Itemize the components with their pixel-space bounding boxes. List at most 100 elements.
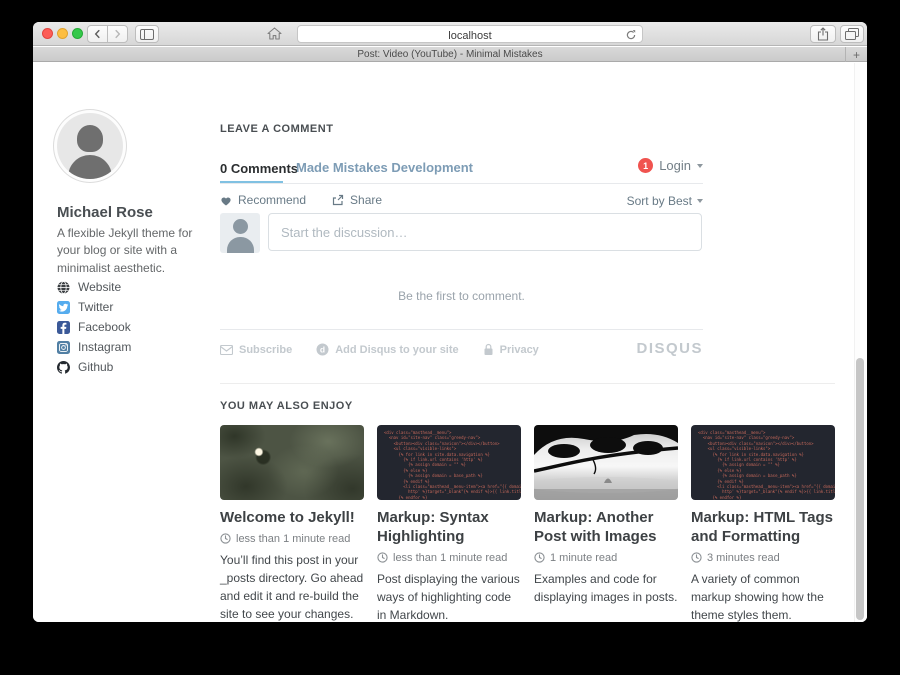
share-thread-button[interactable]: Share	[332, 193, 382, 207]
reload-button[interactable]	[625, 28, 637, 46]
related-heading: YOU MAY ALSO ENJOY	[220, 400, 353, 412]
add-disqus-label: Add Disqus to your site	[335, 344, 458, 356]
url-input[interactable]	[298, 28, 642, 44]
tab-forum-link[interactable]: Made Mistakes Development	[296, 160, 473, 175]
tab-comments-count[interactable]: 0 Comments	[220, 161, 298, 176]
show-tabs-button[interactable]	[840, 25, 864, 43]
post-thumbnail-code[interactable]: <div class="masthead__menu"> <nav id="si…	[691, 425, 835, 500]
sidebar-link-label: Instagram	[78, 340, 131, 354]
reload-icon	[625, 29, 637, 41]
post-meta: less than 1 minute read	[220, 533, 364, 545]
share-arrow-icon	[332, 194, 344, 206]
code-screenshot-text: <div class="masthead__menu"> <nav id="si…	[384, 430, 514, 500]
author-avatar	[57, 113, 123, 179]
sidebar-item-github[interactable]: Github	[57, 357, 131, 377]
related-post-card[interactable]: Welcome to Jekyll! less than 1 minute re…	[220, 425, 364, 622]
browser-toolbar	[33, 22, 867, 46]
author-name: Michael Rose	[57, 204, 153, 221]
browser-window: Post: Video (YouTube) - Minimal Mistakes…	[33, 22, 867, 622]
sidebar-link-label: Github	[78, 360, 113, 374]
active-tab-title[interactable]: Post: Video (YouTube) - Minimal Mistakes	[357, 49, 542, 60]
read-time: less than 1 minute read	[236, 533, 350, 545]
chevron-down-icon	[697, 164, 703, 168]
facebook-icon	[57, 321, 70, 334]
avatar-silhouette	[233, 219, 248, 234]
sidebar-item-instagram[interactable]: Instagram	[57, 337, 131, 357]
home-icon	[267, 27, 282, 40]
clock-icon	[220, 533, 231, 544]
disqus-d-icon: d	[316, 343, 329, 356]
sidebar-link-label: Website	[78, 280, 121, 294]
post-thumbnail-green-macro[interactable]	[220, 425, 364, 500]
privacy-link[interactable]: Privacy	[483, 343, 539, 356]
disqus-footer: Subscribe d Add Disqus to your site Priv…	[220, 343, 539, 356]
home-button[interactable]	[267, 27, 282, 45]
post-title[interactable]: Markup: Syntax Highlighting	[377, 509, 521, 547]
forward-button[interactable]	[107, 25, 128, 43]
fog-tree-illustration	[534, 425, 678, 500]
zoom-window-button[interactable]	[72, 28, 83, 39]
clock-icon	[534, 552, 545, 563]
login-menu[interactable]: 1 Login	[638, 158, 703, 173]
post-title[interactable]: Markup: HTML Tags and Formatting	[691, 509, 835, 547]
divider	[220, 329, 703, 330]
sidebar-icon	[140, 29, 154, 40]
address-bar[interactable]	[297, 25, 643, 43]
sidebar-item-website[interactable]: Website	[57, 277, 131, 297]
author-bio: A flexible Jekyll theme for your blog or…	[57, 225, 193, 277]
window-controls	[42, 28, 83, 39]
instagram-icon	[57, 341, 70, 354]
disqus-header: 0 Comments Made Mistakes Development 1 L…	[220, 160, 703, 178]
sidebar-link-label: Facebook	[78, 320, 131, 334]
clock-icon	[377, 552, 388, 563]
globe-icon	[57, 281, 70, 294]
sort-label: Sort by Best	[627, 194, 692, 208]
post-thumbnail-fog-tree[interactable]	[534, 425, 678, 500]
scrollbar-track[interactable]	[854, 63, 867, 622]
new-tab-button[interactable]: +	[845, 47, 867, 62]
comment-avatar	[220, 213, 260, 253]
comment-input[interactable]	[268, 213, 702, 251]
scrollbar-thumb[interactable]	[856, 358, 864, 620]
tabs-icon	[845, 28, 859, 40]
page-content: Michael Rose A flexible Jekyll theme for…	[33, 63, 867, 622]
lock-icon	[483, 343, 494, 356]
chevron-left-icon	[93, 29, 102, 39]
avatar-silhouette-body	[227, 237, 254, 253]
back-button[interactable]	[87, 25, 108, 43]
sidebar-item-twitter[interactable]: Twitter	[57, 297, 131, 317]
share-button[interactable]	[810, 25, 836, 43]
post-meta: less than 1 minute read	[377, 552, 521, 564]
close-window-button[interactable]	[42, 28, 53, 39]
disqus-logo[interactable]: DISQUS	[636, 340, 703, 357]
recommend-button[interactable]: Recommend	[220, 193, 306, 207]
avatar-silhouette-body	[68, 155, 112, 179]
divider	[220, 383, 835, 384]
read-time: 1 minute read	[550, 552, 617, 564]
add-disqus-link[interactable]: d Add Disqus to your site	[316, 343, 458, 356]
post-title[interactable]: Markup: Another Post with Images	[534, 509, 678, 547]
post-excerpt: A variety of common markup showing how t…	[691, 570, 835, 623]
svg-text:d: d	[320, 344, 325, 354]
empty-comments-message: Be the first to comment.	[220, 289, 703, 303]
tab-bar: Post: Video (YouTube) - Minimal Mistakes…	[33, 47, 867, 62]
sidebar-item-facebook[interactable]: Facebook	[57, 317, 131, 337]
privacy-label: Privacy	[500, 344, 539, 356]
sidebar-toggle-button[interactable]	[135, 25, 159, 43]
related-post-card[interactable]: <div class="masthead__menu"> <nav id="si…	[377, 425, 521, 622]
notification-badge[interactable]: 1	[638, 158, 653, 173]
subscribe-label: Subscribe	[239, 344, 292, 356]
comments-heading: LEAVE A COMMENT	[220, 123, 333, 135]
minimize-window-button[interactable]	[57, 28, 68, 39]
sort-menu[interactable]: Sort by Best	[627, 194, 703, 208]
subscribe-link[interactable]: Subscribe	[220, 344, 292, 356]
related-post-card[interactable]: Markup: Another Post with Images 1 minut…	[534, 425, 678, 606]
post-excerpt: You’ll find this post in your _posts dir…	[220, 551, 364, 622]
post-meta: 1 minute read	[534, 552, 678, 564]
post-excerpt: Post displaying the various ways of high…	[377, 570, 521, 623]
post-title[interactable]: Welcome to Jekyll!	[220, 509, 364, 528]
twitter-icon	[57, 301, 70, 314]
post-thumbnail-code[interactable]: <div class="masthead__menu"> <nav id="si…	[377, 425, 521, 500]
share-icon	[817, 27, 829, 41]
related-post-card[interactable]: <div class="masthead__menu"> <nav id="si…	[691, 425, 835, 622]
